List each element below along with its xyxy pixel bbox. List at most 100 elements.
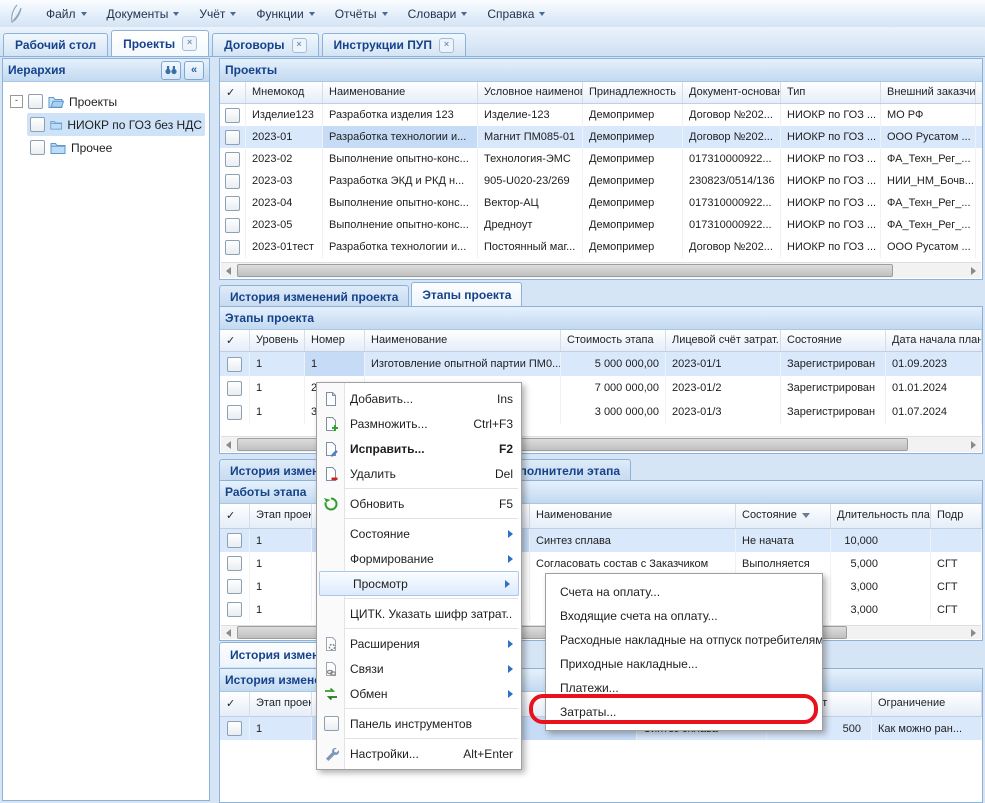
column-header[interactable]: Условное наименова	[478, 82, 583, 103]
menu-item-exchange[interactable]: Обмен	[317, 681, 521, 706]
row-checkbox[interactable]	[227, 556, 242, 571]
tree-item-other[interactable]: Прочее	[27, 136, 205, 159]
horizontal-scrollbar[interactable]	[221, 262, 981, 278]
table-row[interactable]: 2023-03 Разработка ЭКД и РКД н... 905-U0…	[220, 170, 982, 192]
row-checkbox[interactable]	[225, 240, 240, 255]
row-checkbox[interactable]	[227, 533, 242, 548]
column-header[interactable]: Принадлежность	[583, 82, 683, 103]
menu-item-view[interactable]: Просмотр	[319, 571, 519, 596]
column-header[interactable]: Наименование	[323, 82, 478, 103]
menu-item-forming[interactable]: Формирование	[317, 546, 521, 571]
submenu-item[interactable]: Приходные накладные...	[546, 652, 822, 676]
scroll-left-button[interactable]	[221, 263, 237, 278]
scroll-right-button[interactable]	[965, 625, 981, 640]
column-header[interactable]	[976, 82, 985, 103]
column-header[interactable]: ✓	[220, 504, 250, 528]
menu-item-add[interactable]: Добавить... Ins	[317, 386, 521, 411]
row-checkbox[interactable]	[225, 108, 240, 123]
column-header[interactable]: Длительность план	[831, 504, 931, 528]
column-header[interactable]: Состояние	[781, 330, 886, 351]
menu-item-toolbar[interactable]: Панель инструментов	[317, 711, 521, 736]
tree-item-projects[interactable]: Проекты	[7, 90, 205, 113]
column-header[interactable]: Ограничение	[872, 692, 982, 716]
scroll-right-button[interactable]	[965, 263, 981, 278]
row-checkbox[interactable]	[225, 130, 240, 145]
column-header[interactable]: ✓	[220, 330, 250, 351]
table-row[interactable]: 2023-01тест Разработка технологии и... П…	[220, 236, 982, 258]
column-header[interactable]: Мнемокод	[246, 82, 323, 103]
row-checkbox[interactable]	[225, 174, 240, 189]
table-row[interactable]: 2023-05 Выполнение опытно-конс... Дредно…	[220, 214, 982, 236]
menu-item-settings[interactable]: Настройки... Alt+Enter	[317, 741, 521, 766]
scroll-left-button[interactable]	[221, 437, 237, 452]
tab-instructions[interactable]: Инструкции ПУП	[322, 33, 466, 56]
row-checkbox[interactable]	[227, 381, 242, 396]
column-header[interactable]: Подр	[931, 504, 982, 528]
menu-item-delete[interactable]: Удалить Del	[317, 461, 521, 486]
table-row[interactable]: 2023-01 Разработка технологии и... Магни…	[220, 126, 982, 148]
scroll-right-button[interactable]	[965, 437, 981, 452]
row-checkbox[interactable]	[225, 152, 240, 167]
menu-item-state[interactable]: Состояние	[317, 521, 521, 546]
column-header[interactable]: Документ-основан	[683, 82, 781, 103]
column-header[interactable]: Наименование	[365, 330, 561, 351]
column-header[interactable]: Тип	[781, 82, 881, 103]
row-checkbox[interactable]	[227, 579, 242, 594]
submenu-item[interactable]: Счета на оплату...	[546, 580, 822, 604]
row-checkbox[interactable]	[225, 196, 240, 211]
table-row[interactable]: 1 1 Изготовление опытной партии ПМ0... 5…	[220, 352, 982, 376]
collapse-expander-icon[interactable]	[10, 95, 23, 108]
row-checkbox[interactable]	[225, 218, 240, 233]
menu-item-extensions[interactable]: Расширения	[317, 631, 521, 656]
tree-checkbox[interactable]	[30, 117, 45, 132]
tree-checkbox[interactable]	[28, 94, 43, 109]
column-header[interactable]: Наименование	[530, 504, 736, 528]
collapse-panel-icon[interactable]	[184, 61, 204, 80]
close-icon[interactable]	[182, 36, 197, 51]
column-header[interactable]: Стоимость этапа	[561, 330, 666, 351]
scrollbar-thumb[interactable]	[237, 264, 893, 277]
tab-desktop[interactable]: Рабочий стол	[3, 33, 108, 56]
row-checkbox[interactable]	[227, 405, 242, 420]
column-header[interactable]: ✓	[220, 692, 250, 716]
menubar-item[interactable]: Учёт	[189, 3, 246, 25]
column-header[interactable]: Состояние	[736, 504, 831, 528]
row-checkbox[interactable]	[227, 721, 242, 736]
menu-item-duplicate[interactable]: Размножить... Ctrl+F3	[317, 411, 521, 436]
submenu-item[interactable]: Затраты...	[546, 700, 822, 724]
menu-item-links[interactable]: Связи	[317, 656, 521, 681]
submenu-item[interactable]: Входящие счета на оплату...	[546, 604, 822, 628]
tab-project-stages[interactable]: Этапы проекта	[411, 282, 522, 307]
menu-item-citk[interactable]: ЦИТК. Указать шифр затрат...	[317, 601, 521, 626]
submenu-item[interactable]: Платежи...	[546, 676, 822, 700]
menubar-item[interactable]: Документы	[97, 3, 190, 25]
column-header[interactable]: Этап проекта	[250, 692, 312, 716]
close-icon[interactable]	[439, 38, 454, 53]
tab-contracts[interactable]: Договоры	[212, 33, 318, 56]
tab-project-history[interactable]: История изменений проекта	[219, 285, 409, 307]
tab-projects[interactable]: Проекты	[111, 30, 209, 56]
column-header[interactable]: Уровень	[250, 330, 305, 351]
column-header[interactable]: Этап проекта	[250, 504, 312, 528]
submenu-item[interactable]: Расходные накладные на отпуск потребител…	[546, 628, 822, 652]
table-row[interactable]: Изделие123 Разработка изделия 123 Издели…	[220, 104, 982, 126]
column-header[interactable]: ✓	[220, 82, 246, 103]
column-header[interactable]: Номер	[305, 330, 365, 351]
menubar-item[interactable]: Функции	[246, 3, 324, 25]
row-checkbox[interactable]	[227, 357, 242, 372]
menubar-item[interactable]: Отчёты	[325, 3, 398, 25]
menu-item-refresh[interactable]: Обновить F5	[317, 491, 521, 516]
row-checkbox[interactable]	[227, 602, 242, 617]
close-icon[interactable]	[292, 38, 307, 53]
menu-item-edit[interactable]: Исправить... F2	[317, 436, 521, 461]
menubar-item[interactable]: Файл	[36, 3, 97, 25]
scroll-left-button[interactable]	[221, 625, 237, 640]
tree-checkbox[interactable]	[30, 140, 45, 155]
column-header[interactable]: Внешний заказчик	[881, 82, 976, 103]
find-icon[interactable]	[161, 61, 181, 80]
menubar-item[interactable]: Справка	[477, 3, 555, 25]
menubar-item[interactable]: Словари	[398, 3, 478, 25]
table-row[interactable]: 2023-04 Выполнение опытно-конс... Вектор…	[220, 192, 982, 214]
column-header[interactable]: Лицевой счёт затрат.	[666, 330, 781, 351]
table-row[interactable]: 2023-02 Выполнение опытно-конс... Технол…	[220, 148, 982, 170]
